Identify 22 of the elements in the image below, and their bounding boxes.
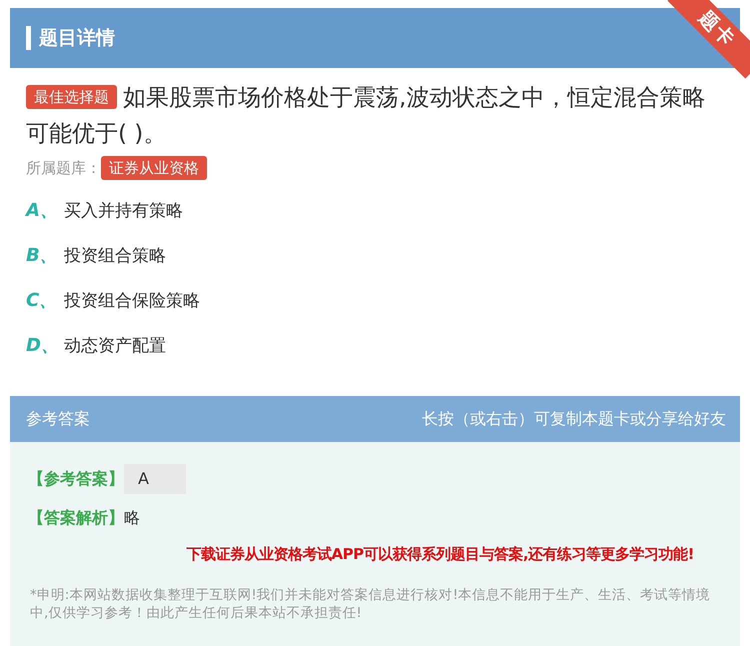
title-marker	[26, 26, 31, 50]
question-type-tag: 最佳选择题	[26, 85, 117, 109]
option-letter: D、	[26, 334, 60, 357]
header-title: 题目详情	[39, 26, 115, 51]
answer-label: 【参考答案】	[28, 468, 124, 490]
option-letter: A、	[26, 199, 59, 222]
share-hint: 长按（或右击）可复制本题卡或分享给好友	[422, 408, 726, 430]
analysis-text: 略	[124, 508, 140, 529]
app-download-link[interactable]: 下载证券从业资格考试APP可以获得系列题目与答案,还有练习等更多学习功能!	[186, 545, 694, 563]
option-letter: C、	[26, 289, 58, 312]
answer-value: A	[124, 464, 186, 494]
bank-label: 所属题库：	[26, 158, 101, 178]
option-text: 买入并持有策略	[64, 200, 183, 222]
disclaimer-text: *申明:本网站数据收集整理于互联网!我们并未能对答案信息进行核对!本信息不能用于生产、生活、考试等情境中,仅供学习参考！由此产生任何后果本站不承担责任!	[29, 586, 712, 622]
option-letter: B、	[26, 244, 59, 267]
answer-title: 参考答案	[26, 408, 90, 430]
question-text: 最佳选择题 如果股票市场价格处于震荡,波动状态之中，恒定混合策略可能优于( )。	[26, 84, 706, 149]
option-text: 投资组合保险策略	[64, 290, 200, 312]
option-text: 动态资产配置	[64, 334, 166, 356]
option-text: 投资组合策略	[64, 244, 166, 266]
analysis-label: 【答案解析】	[28, 508, 124, 529]
bank-tag[interactable]: 证券从业资格	[101, 156, 207, 180]
